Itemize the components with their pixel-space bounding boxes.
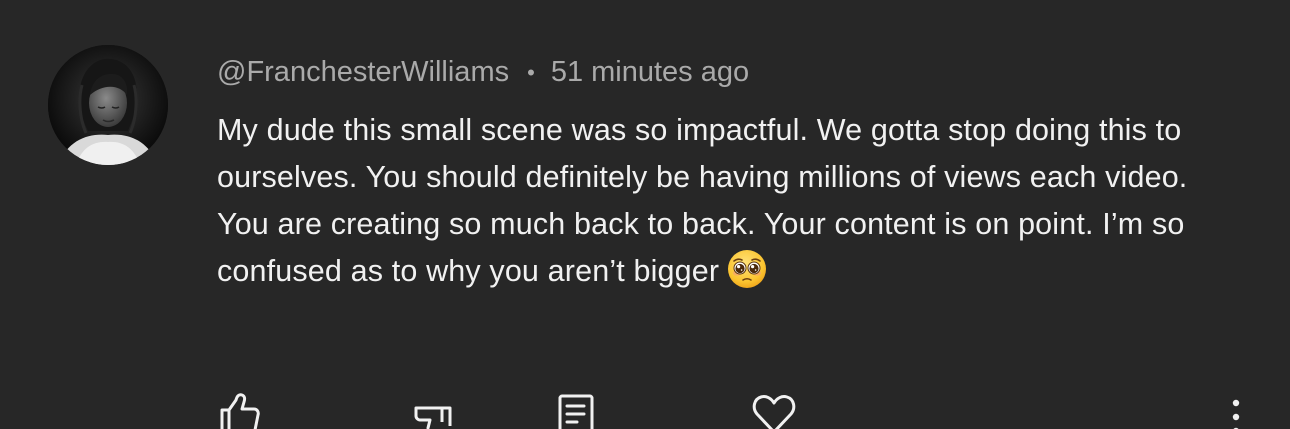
comment-actions xyxy=(0,392,1290,429)
reply-icon xyxy=(558,394,594,429)
comment-body: My dude this small scene was so impactfu… xyxy=(217,107,1247,295)
avatar-image xyxy=(48,45,168,165)
more-options-icon xyxy=(1232,399,1240,429)
comment-meta: @FranchesterWilliams • 51 minutes ago xyxy=(217,52,749,92)
thumbs-down-icon xyxy=(414,406,452,429)
comment-text: My dude this small scene was so impactfu… xyxy=(217,113,1188,288)
dislike-button[interactable] xyxy=(412,392,454,429)
thumbs-up-icon xyxy=(220,393,260,429)
more-options-button[interactable] xyxy=(1224,392,1248,429)
meta-separator: • xyxy=(527,60,535,85)
heart-icon xyxy=(752,395,796,429)
avatar[interactable] xyxy=(48,45,168,165)
comment-timestamp: 51 minutes ago xyxy=(550,55,750,88)
heart-button[interactable] xyxy=(751,392,797,429)
like-button[interactable] xyxy=(218,392,260,429)
author-handle[interactable]: @FranchesterWilliams xyxy=(217,56,509,89)
reply-button[interactable] xyxy=(555,392,597,429)
pleading-face-emoji xyxy=(727,249,767,289)
